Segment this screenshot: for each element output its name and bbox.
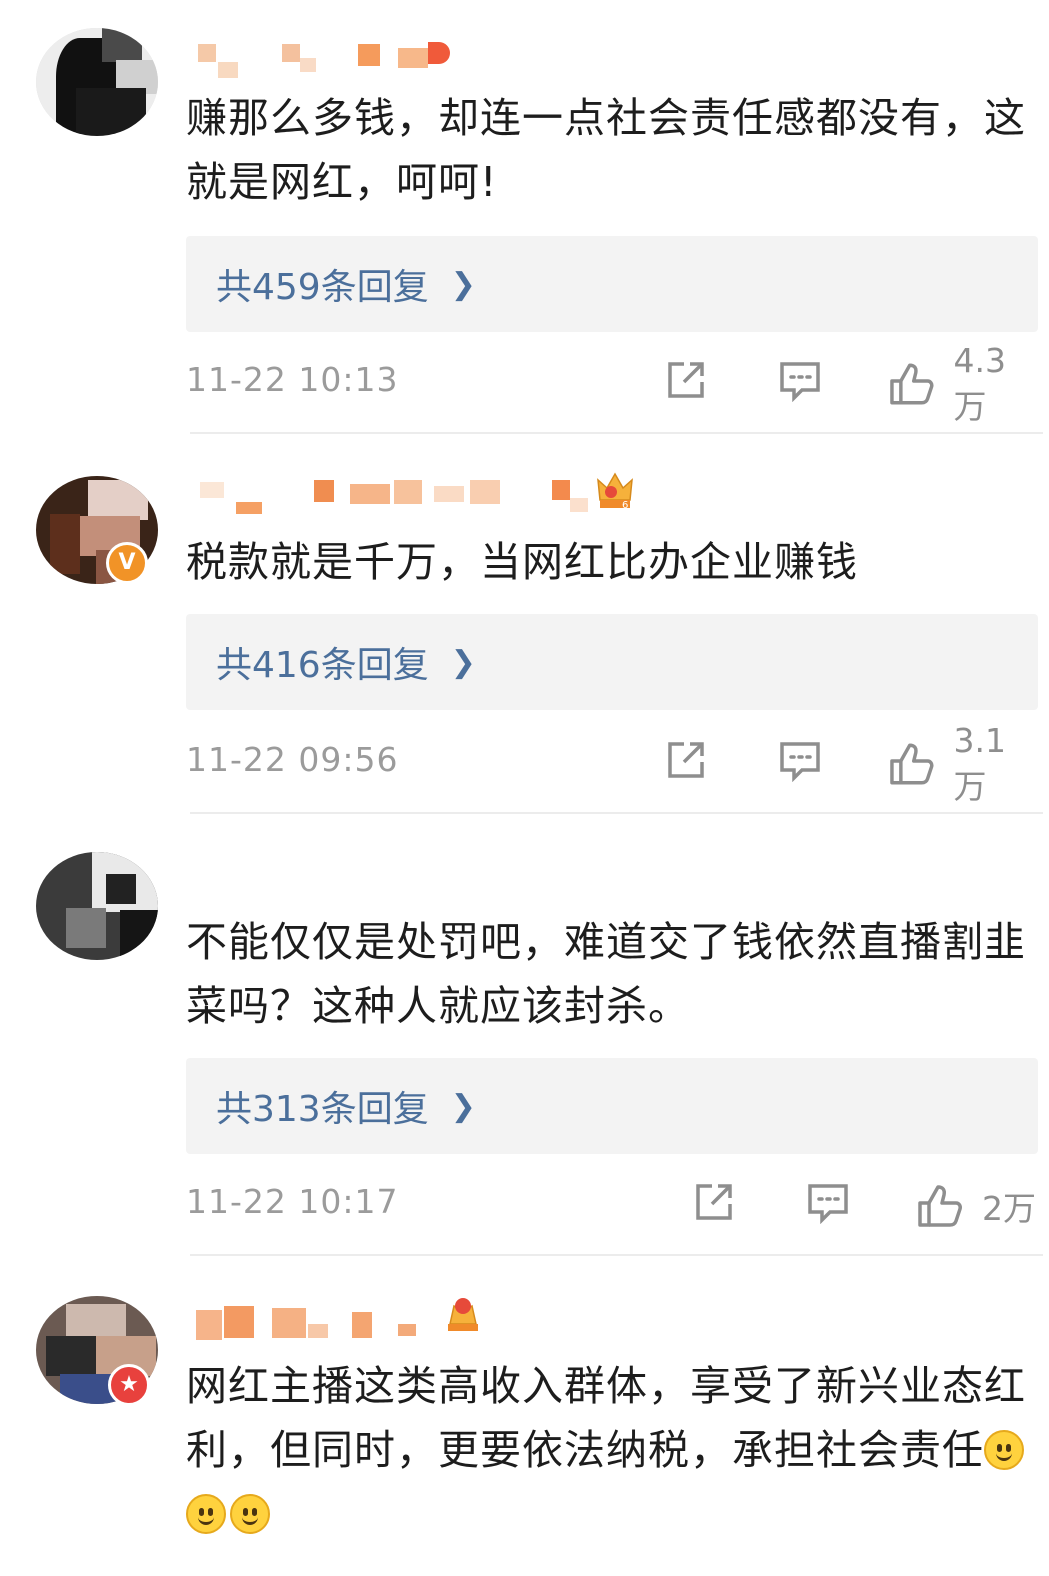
chevron-right-icon: ❯ xyxy=(450,644,476,680)
reply-count-label: 共459条回复 xyxy=(216,267,429,308)
divider xyxy=(190,812,1043,814)
like-button[interactable]: 4.3万 xyxy=(888,341,1038,426)
like-button[interactable]: 3.1万 xyxy=(888,721,1038,806)
like-button[interactable]: 2万 xyxy=(916,1176,1036,1236)
comment-meta: 11-22 09:56 3.1万 xyxy=(186,721,1038,806)
comment-text: 税款就是千万，当网红比办企业赚钱 xyxy=(186,538,858,586)
like-icon xyxy=(890,743,934,785)
username-blurred[interactable] xyxy=(190,40,470,80)
view-replies-link[interactable]: 共313条回复 ❯ xyxy=(216,1058,476,1154)
reply-box: 共313条回复 ❯ xyxy=(186,1058,1038,1154)
level-number: 6 xyxy=(622,500,628,511)
timestamp: 11-22 10:13 xyxy=(186,360,399,399)
smile-emoji xyxy=(984,1430,1024,1470)
share-icon[interactable] xyxy=(664,358,708,402)
like-icon xyxy=(890,363,934,405)
star-badge-icon: ★ xyxy=(108,1364,150,1406)
avatar[interactable] xyxy=(36,28,158,136)
chevron-right-icon: ❯ xyxy=(450,1088,476,1124)
smile-emoji xyxy=(186,1494,226,1534)
comment-icon[interactable] xyxy=(778,358,822,403)
reply-box: 共459条回复 ❯ xyxy=(186,236,1038,332)
comment-meta: 11-22 10:17 2万 xyxy=(186,1176,1038,1236)
reply-count-label: 共313条回复 xyxy=(216,1089,429,1130)
smile-emoji xyxy=(230,1494,270,1534)
like-count: 3.1万 xyxy=(953,720,1006,806)
view-replies-link[interactable]: 共416条回复 ❯ xyxy=(216,614,476,710)
reply-box: 共416条回复 ❯ xyxy=(186,614,1038,710)
like-count: 4.3万 xyxy=(953,340,1006,426)
reply-count-label: 共416条回复 xyxy=(216,645,429,686)
comment-text: 网红主播这类高收入群体，享受了新兴业态红利，但同时，更要依法纳税，承担社会责任 xyxy=(186,1354,1031,1546)
verified-v-icon: V xyxy=(106,542,148,584)
comment-icon[interactable] xyxy=(778,738,822,783)
comment-feed: 赚那么多钱，却连一点社会责任感都没有，这就是网红，呵呵! 共459条回复 ❯ 1… xyxy=(0,0,1049,1576)
like-count: 2万 xyxy=(982,1189,1036,1228)
share-icon[interactable] xyxy=(664,738,708,782)
chevron-right-icon: ❯ xyxy=(450,266,476,302)
comment-text: 不能仅仅是处罚吧，难道交了钱依然直播割韭菜吗？这种人就应该封杀。 xyxy=(186,918,1026,1030)
username-blurred[interactable] xyxy=(190,476,650,516)
view-replies-link[interactable]: 共459条回复 ❯ xyxy=(216,236,476,332)
crown-level-icon xyxy=(444,1292,482,1332)
divider xyxy=(190,1254,1043,1256)
share-icon[interactable] xyxy=(692,1180,736,1224)
like-icon xyxy=(918,1185,962,1227)
comment-icon[interactable] xyxy=(806,1180,850,1225)
comment-meta: 11-22 10:13 4.3万 xyxy=(186,341,1038,426)
comment-text-body: 网红主播这类高收入群体，享受了新兴业态红利，但同时，更要依法纳税，承担社会责任 xyxy=(186,1362,1026,1474)
avatar[interactable] xyxy=(36,852,158,960)
crown-level-icon: 6 xyxy=(596,470,634,511)
comment-text: 赚那么多钱，却连一点社会责任感都没有，这就是网红，呵呵! xyxy=(186,94,1026,206)
timestamp: 11-22 09:56 xyxy=(186,740,399,779)
timestamp: 11-22 10:17 xyxy=(186,1182,399,1221)
divider xyxy=(190,432,1043,434)
